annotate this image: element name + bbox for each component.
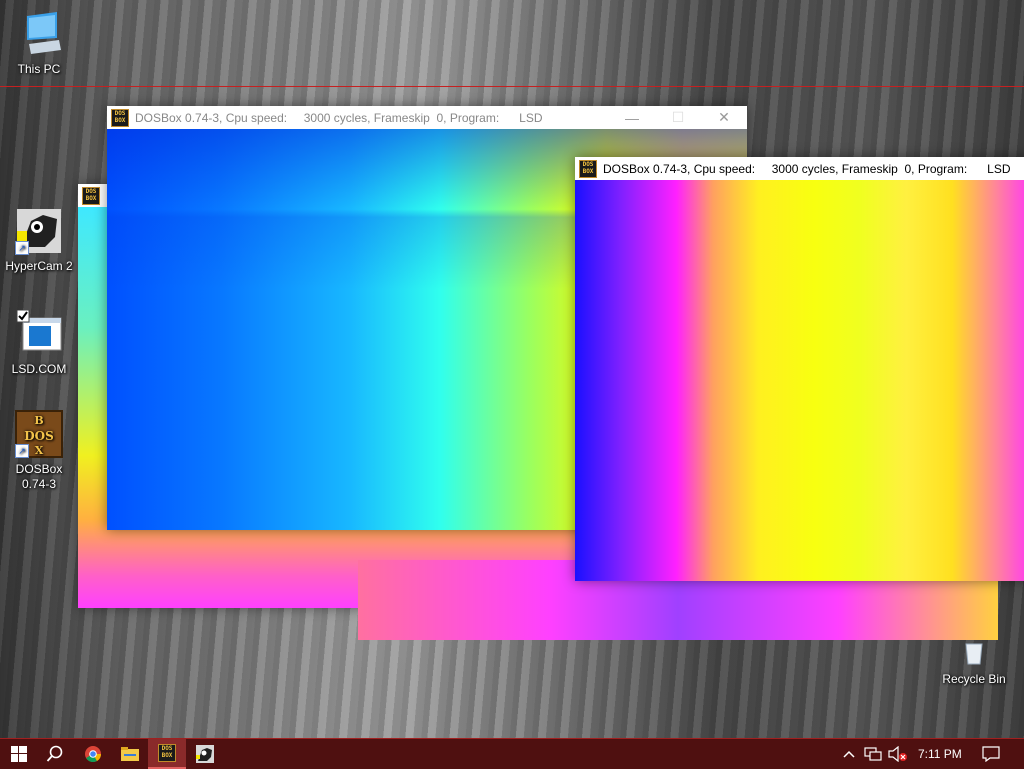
shortcut-arrow-icon: ↗	[15, 241, 29, 255]
windows-icon	[11, 746, 27, 762]
start-button[interactable]	[0, 739, 38, 769]
chevron-up-icon	[843, 750, 855, 758]
dosbox-icon: DOS BOX	[82, 186, 100, 205]
svg-text:DOS: DOS	[24, 429, 54, 443]
taskbar-hypercam[interactable]	[186, 739, 224, 769]
show-hidden-icons-button[interactable]	[842, 739, 856, 769]
taskbar-file-explorer[interactable]	[111, 739, 149, 769]
dosbox-window-front-display[interactable]	[575, 180, 1024, 581]
dosbox-window-front-titlebar[interactable]: DOS BOX DOSBox 0.74-3, Cpu speed: 3000 cy…	[575, 157, 1024, 180]
chrome-icon	[85, 746, 102, 763]
application-icon	[15, 309, 63, 358]
desktop-icon-lsd-com[interactable]: LSD.COM	[3, 309, 75, 377]
desktop: This PC ↗ HyperCam 2 LSD.COM B DOS X ↗ D…	[0, 0, 1024, 738]
notifications-icon	[982, 746, 1000, 762]
network-button[interactable]	[864, 739, 882, 769]
volume-muted-icon	[888, 746, 907, 762]
desktop-icon-dosbox[interactable]: B DOS X ↗ DOSBox 0.74-3	[3, 410, 75, 492]
svg-text:B: B	[34, 414, 43, 427]
dosbox-icon: B DOS X ↗	[15, 410, 63, 458]
window-title: DOSBox 0.74-3, Cpu speed: 3000 cycles, F…	[135, 110, 543, 125]
search-icon	[46, 745, 63, 762]
dosbox-window-front[interactable]: DOS BOX DOSBox 0.74-3, Cpu speed: 3000 cy…	[575, 157, 1024, 581]
maximize-button[interactable]: ☐	[655, 106, 701, 129]
hypercam-icon	[196, 745, 214, 763]
network-icon	[864, 747, 882, 761]
search-button[interactable]	[36, 739, 74, 769]
clock[interactable]: 7:11 PM	[918, 739, 962, 769]
desktop-icon-hypercam[interactable]: ↗ HyperCam 2	[3, 207, 75, 274]
action-center-button[interactable]	[982, 739, 1000, 769]
desktop-icon-this-pc[interactable]: This PC	[3, 10, 75, 77]
taskbar: DOS BOX 7:11 PM	[0, 738, 1024, 769]
svg-text:X: X	[35, 444, 44, 457]
minimize-button[interactable]: —	[609, 106, 655, 129]
folder-icon	[121, 747, 139, 761]
volume-button[interactable]	[888, 739, 908, 769]
dosbox-icon: DOS BOX	[158, 744, 176, 762]
this-pc-icon	[15, 10, 63, 58]
close-button[interactable]: ✕	[701, 106, 747, 129]
taskbar-chrome[interactable]	[74, 739, 112, 769]
hypercam-icon: ↗	[15, 207, 63, 255]
dosbox-icon: DOS BOX	[111, 108, 129, 127]
taskbar-dosbox[interactable]: DOS BOX	[148, 739, 186, 769]
window-title: DOSBox 0.74-3, Cpu speed: 3000 cycles, F…	[603, 161, 1011, 176]
shortcut-arrow-icon: ↗	[15, 444, 29, 458]
screen-recorder-border	[0, 86, 1024, 87]
dosbox-icon: DOS BOX	[579, 159, 597, 178]
